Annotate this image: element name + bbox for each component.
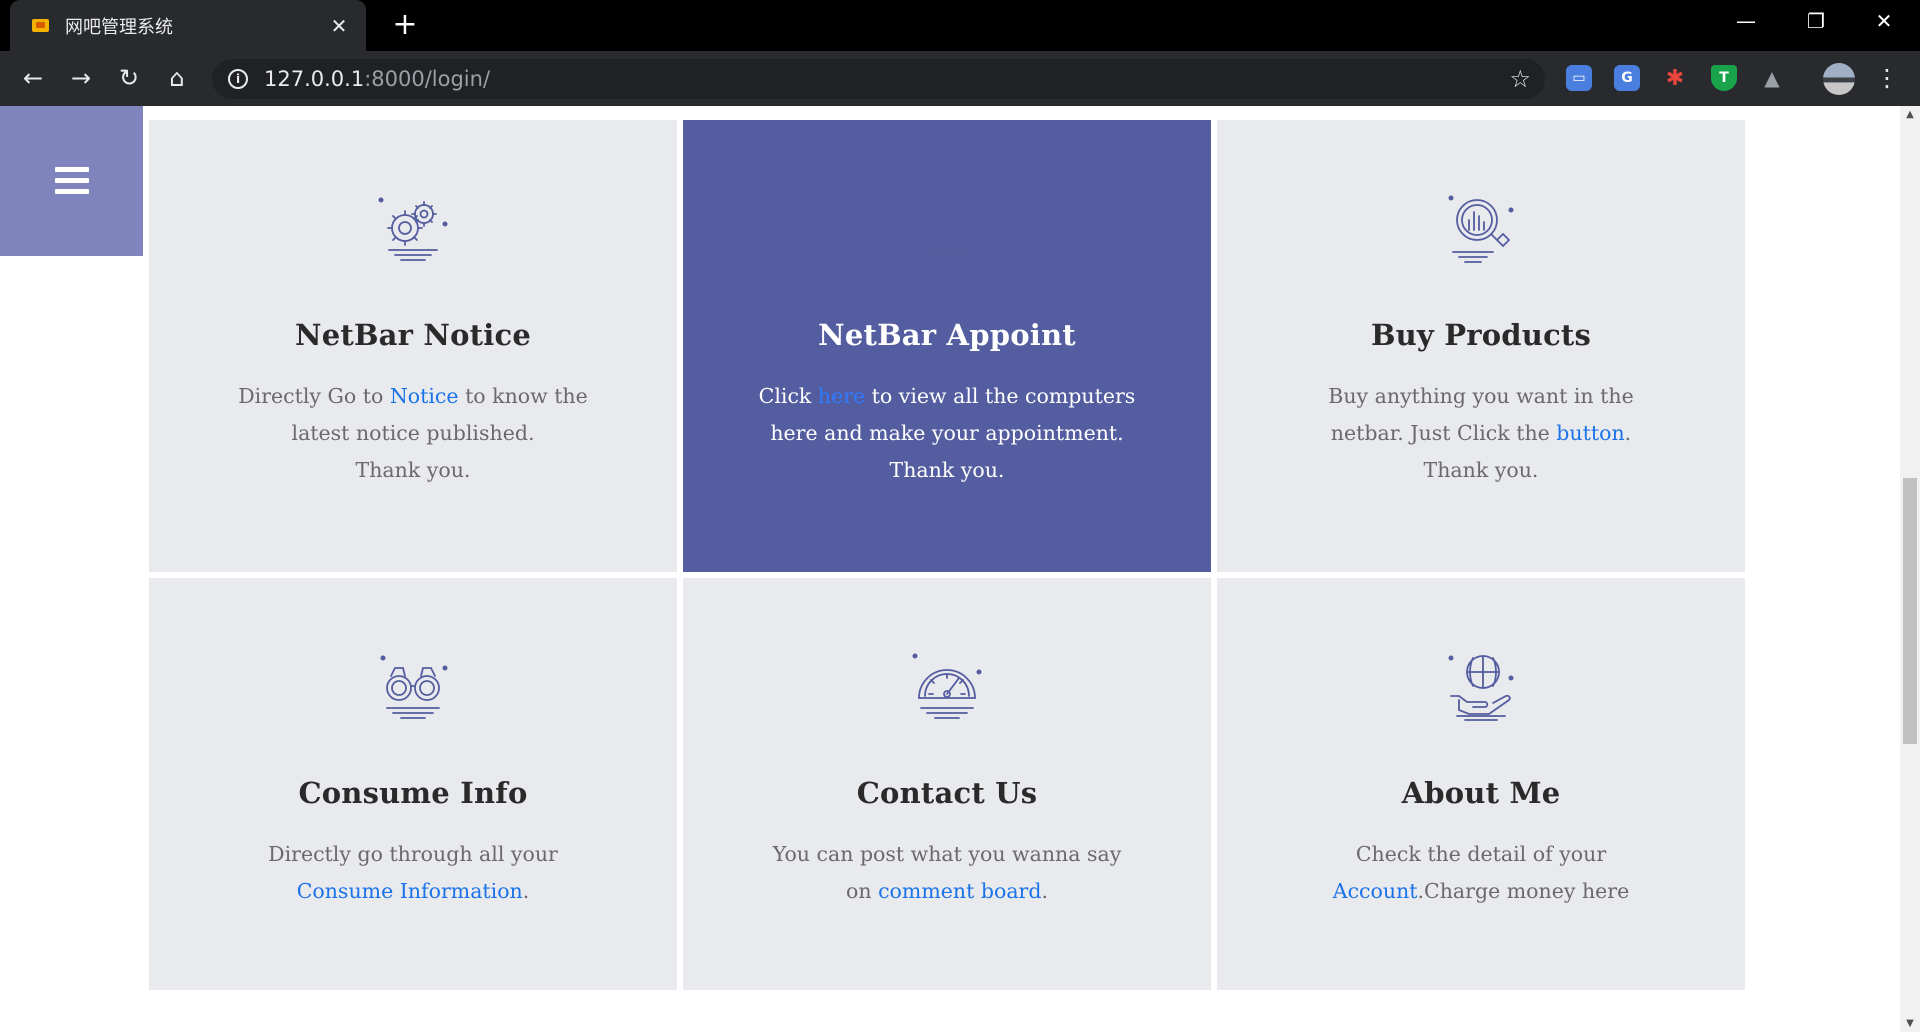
consume-information-link[interactable]: Consume Information: [297, 879, 523, 903]
card-description: Check the detail of your Account.Charge …: [1332, 842, 1630, 903]
notice-link[interactable]: Notice: [390, 384, 459, 408]
screen-reader-extension-icon[interactable]: ▭: [1566, 65, 1592, 91]
window-close-button[interactable]: ✕: [1850, 0, 1918, 51]
card-about-me: About Me Check the detail of your Accoun…: [1217, 578, 1745, 990]
tab-close-icon[interactable]: ✕: [328, 14, 350, 38]
feature-grid: NetBar Notice Directly Go to Notice to k…: [149, 120, 1746, 990]
back-button[interactable]: ←: [16, 61, 50, 95]
asterisk-extension-icon[interactable]: ✱: [1662, 65, 1688, 91]
card-description: Click here to view all the computers her…: [758, 384, 1136, 482]
card-contact-us: Contact Us You can post what you wanna s…: [683, 578, 1211, 990]
browser-toolbar: ← → ↻ ⌂ i 127.0.0.1:8000/login/ ☆ ▭ G ✱ …: [0, 51, 1920, 106]
card-netbar-appoint: NetBar Appoint Click here to view all th…: [683, 120, 1211, 572]
card-description: Directly go through all your Consume Inf…: [268, 842, 558, 903]
buy-button-link[interactable]: button: [1556, 421, 1624, 445]
binoculars-icon: [380, 655, 448, 719]
appoint-here-link[interactable]: here: [818, 384, 865, 408]
site-info-icon[interactable]: i: [228, 69, 248, 89]
new-tab-button[interactable]: +: [388, 8, 422, 42]
site-favicon-icon: [32, 19, 49, 32]
card-title: About Me: [1401, 776, 1561, 810]
address-bar[interactable]: i 127.0.0.1:8000/login/ ☆: [212, 59, 1545, 99]
browser-tab-strip: 网吧管理系统 ✕ + — ❐ ✕: [0, 0, 1920, 51]
card-consume-info: Consume Info Directly go through all you…: [149, 578, 677, 990]
speedometer-icon: [912, 653, 982, 719]
menu-toggle-button[interactable]: [0, 106, 143, 256]
bookmark-star-icon[interactable]: ☆: [1509, 65, 1531, 93]
card-netbar-notice: NetBar Notice Directly Go to Notice to k…: [149, 120, 677, 572]
card-title: Contact Us: [856, 776, 1038, 810]
browser-menu-icon[interactable]: ⋮: [1874, 61, 1900, 95]
calendar-icon: [922, 199, 972, 255]
scrollbar-thumb[interactable]: [1903, 478, 1917, 744]
reload-button[interactable]: ↻: [112, 61, 146, 95]
google-drive-extension-icon[interactable]: ▲: [1759, 65, 1785, 91]
globe-hand-icon: [1448, 655, 1514, 721]
card-description: You can post what you wanna say on comme…: [772, 842, 1122, 903]
card-description: Directly Go to Notice to know the latest…: [238, 384, 588, 482]
home-button[interactable]: ⌂: [160, 61, 194, 95]
card-description: Buy anything you want in the netbar. Jus…: [1328, 384, 1634, 482]
card-title: Consume Info: [298, 776, 528, 810]
window-minimize-button[interactable]: —: [1712, 0, 1780, 51]
url-host: 127.0.0.1: [264, 67, 365, 91]
url-path: :8000/login/: [364, 67, 491, 91]
window-restore-button[interactable]: ❐: [1782, 0, 1850, 51]
tab-title: 网吧管理系统: [65, 16, 173, 38]
hamburger-icon: [54, 167, 89, 195]
gears-icon: [378, 197, 448, 261]
comment-board-link[interactable]: comment board: [878, 879, 1041, 903]
page-scrollbar[interactable]: ▲ ▼: [1900, 106, 1920, 1032]
google-translate-extension-icon[interactable]: G: [1614, 65, 1640, 91]
browser-tab[interactable]: 网吧管理系统 ✕: [10, 0, 366, 51]
card-title: Buy Products: [1370, 318, 1592, 352]
forward-button[interactable]: →: [64, 61, 98, 95]
profile-avatar[interactable]: [1823, 63, 1855, 95]
scroll-down-arrow-icon[interactable]: ▼: [1900, 1015, 1920, 1032]
account-link[interactable]: Account: [1333, 879, 1418, 903]
card-buy-products: Buy Products Buy anything you want in th…: [1217, 120, 1745, 572]
scroll-up-arrow-icon[interactable]: ▲: [1900, 106, 1920, 123]
card-title: NetBar Notice: [294, 318, 531, 352]
analytics-magnifier-icon: [1448, 195, 1514, 263]
card-title: NetBar Appoint: [818, 318, 1076, 352]
tampermonkey-shield-extension-icon[interactable]: T: [1711, 65, 1737, 91]
page-viewport: NetBar Notice Directly Go to Notice to k…: [0, 106, 1900, 1032]
